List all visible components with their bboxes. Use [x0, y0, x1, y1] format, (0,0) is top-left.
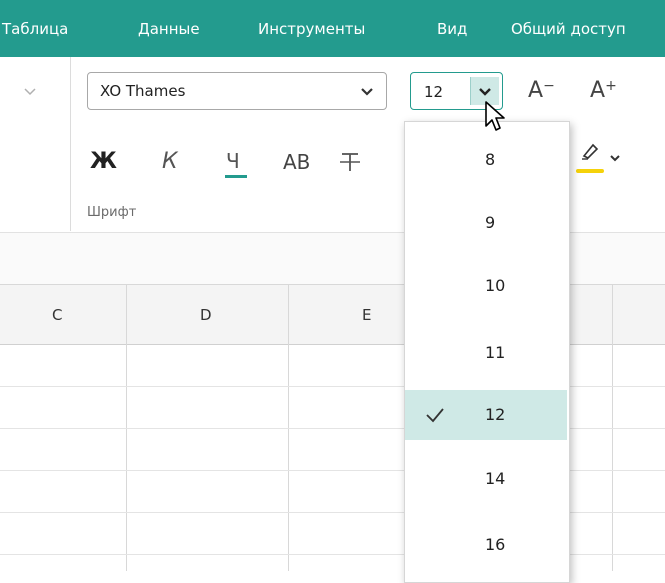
column-header-d[interactable]: D — [200, 306, 212, 324]
column-header-e[interactable]: E — [362, 306, 371, 324]
mouse-pointer-icon — [485, 101, 505, 131]
font-size-option[interactable]: 8 — [405, 135, 567, 185]
highlight-color-button[interactable] — [576, 140, 626, 178]
font-size-option[interactable]: 10 — [405, 261, 567, 311]
option-label: 10 — [485, 276, 506, 295]
decrease-size-glyph: A — [528, 78, 544, 103]
option-label: 14 — [485, 469, 506, 488]
bold-button[interactable]: Ж — [90, 150, 117, 174]
font-size-option-selected[interactable]: 12 — [405, 390, 567, 440]
underline-button[interactable]: Ч — [223, 148, 249, 178]
plus-icon: + — [605, 78, 617, 94]
font-name-value: XO Thames — [100, 82, 186, 100]
option-label: 8 — [485, 150, 496, 169]
option-label: 16 — [485, 535, 506, 554]
chevron-down-icon[interactable] — [360, 86, 374, 98]
option-label: 12 — [485, 405, 506, 424]
minus-icon: − — [543, 78, 555, 94]
menu-bar: Таблица Данные Инструменты Вид Общий дос… — [0, 0, 665, 57]
underline-glyph: Ч — [226, 149, 240, 173]
chevron-down-icon — [479, 88, 491, 96]
highlighter-icon — [582, 143, 599, 160]
font-size-option[interactable]: 16 — [405, 520, 567, 570]
highlight-color-bar — [576, 169, 604, 173]
font-group-label: Шрифт — [87, 205, 137, 220]
option-label: 11 — [485, 343, 506, 362]
menu-item-table[interactable]: Таблица — [2, 20, 68, 38]
collapse-chevron-icon[interactable] — [22, 86, 38, 98]
increase-font-size-button[interactable]: A+ — [590, 78, 617, 103]
font-size-dropdown: 8 9 10 11 12 14 16 — [404, 121, 570, 583]
chevron-down-icon — [610, 155, 620, 162]
strikethrough-icon[interactable] — [338, 150, 362, 174]
menu-item-data[interactable]: Данные — [138, 20, 200, 38]
font-name-combo[interactable]: XO Thames — [87, 72, 387, 110]
increase-size-glyph: A — [590, 78, 606, 103]
font-size-option[interactable]: 14 — [405, 454, 567, 504]
font-size-option[interactable]: 9 — [405, 198, 567, 248]
menu-item-sharing[interactable]: Общий доступ — [511, 20, 626, 38]
decrease-font-size-button[interactable]: A− — [528, 78, 555, 103]
ribbon-divider — [70, 57, 71, 231]
menu-item-view[interactable]: Вид — [437, 20, 467, 38]
underline-color-bar — [225, 175, 247, 178]
italic-button[interactable]: К — [162, 150, 178, 174]
caps-button[interactable]: АВ — [283, 150, 310, 174]
font-size-value: 12 — [424, 83, 444, 101]
menu-item-tools[interactable]: Инструменты — [258, 20, 365, 38]
column-header-c[interactable]: C — [52, 306, 62, 324]
check-icon — [426, 408, 444, 423]
font-size-option[interactable]: 11 — [405, 328, 567, 378]
option-label: 9 — [485, 213, 496, 232]
